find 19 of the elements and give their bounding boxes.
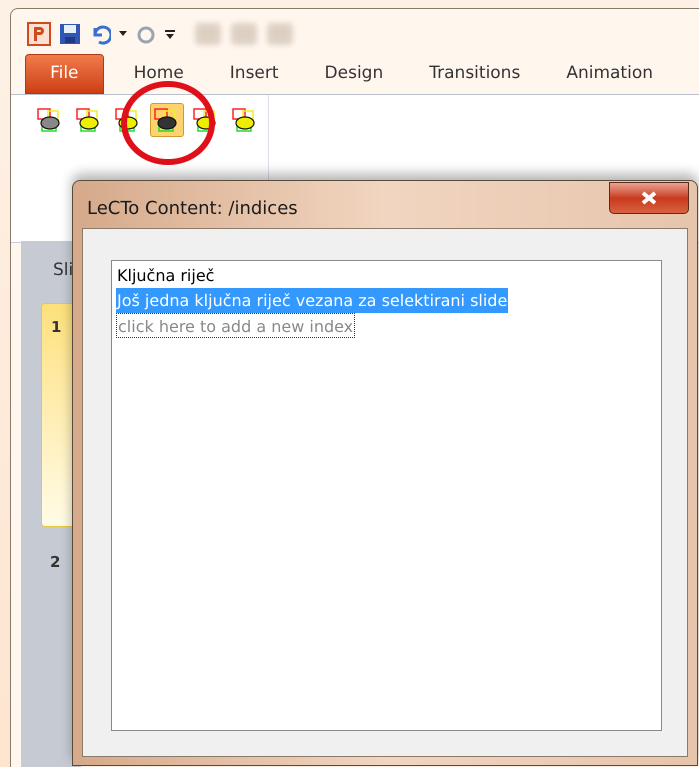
customize-toolbar-icon[interactable] xyxy=(165,28,175,40)
ribbon-button[interactable] xyxy=(150,103,184,137)
file-tab[interactable]: File xyxy=(25,54,104,94)
add-index-placeholder[interactable]: click here to add a new index xyxy=(116,313,356,338)
close-icon xyxy=(640,191,658,205)
slide-number: 2 xyxy=(50,552,60,573)
dialog-title: LeCTo Content: /indices xyxy=(87,197,298,221)
pane-tab[interactable]: Sli xyxy=(53,258,74,284)
close-button[interactable] xyxy=(609,182,689,214)
ribbon-tab[interactable]: Insert xyxy=(230,54,279,94)
save-icon[interactable] xyxy=(59,23,81,45)
dropdown-caret-icon[interactable] xyxy=(119,31,127,37)
app-logo-icon[interactable] xyxy=(27,22,51,46)
slide-number: 1 xyxy=(51,317,62,338)
ribbon-tab[interactable]: Transitions xyxy=(429,54,520,94)
ribbon-tab[interactable]: Animation xyxy=(566,54,653,94)
ribbon-tab[interactable]: Home xyxy=(134,54,184,94)
ribbon-tab[interactable]: Design xyxy=(324,54,384,94)
index-item[interactable]: Ključna riječ xyxy=(116,263,216,288)
